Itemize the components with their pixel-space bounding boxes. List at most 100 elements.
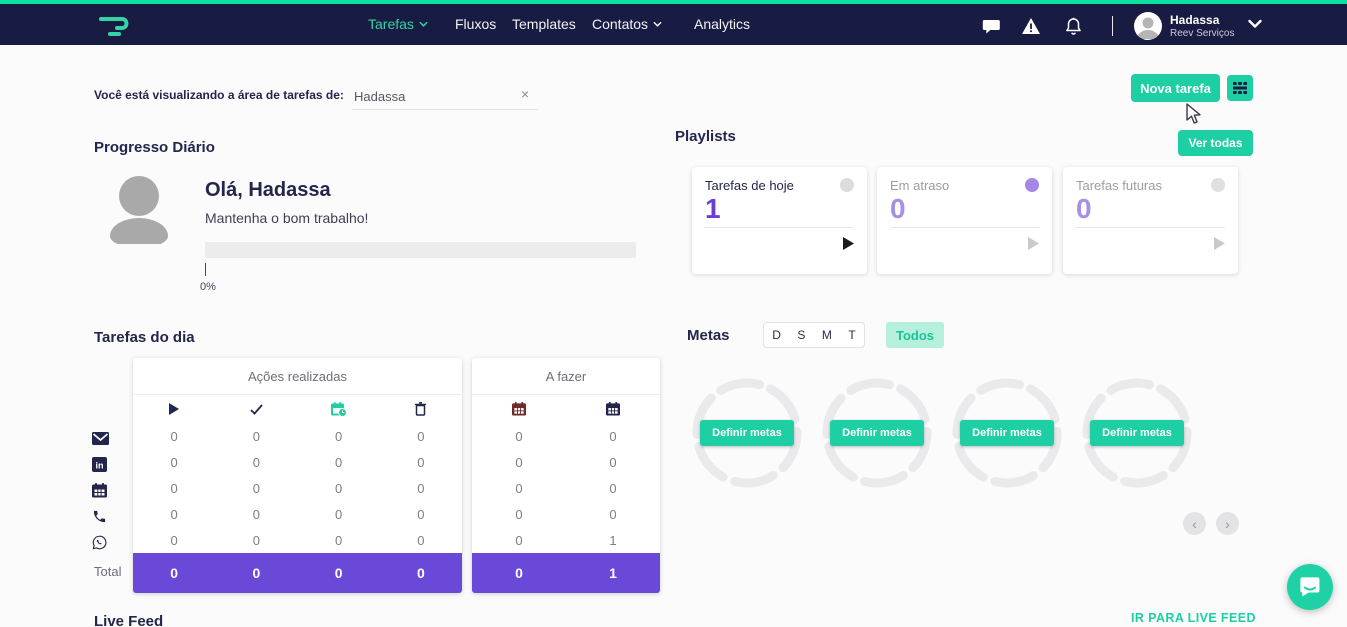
playlist-card-label: Em atraso	[890, 178, 949, 193]
total-cell: 0	[417, 565, 425, 581]
viewing-user-input[interactable]	[352, 84, 538, 110]
cell: 0	[171, 481, 178, 496]
go-to-live-feed-link[interactable]: IR PARA LIVE FEED	[1131, 611, 1256, 625]
define-goals-button[interactable]: Definir metas	[700, 420, 794, 446]
cell: 0	[515, 507, 522, 522]
calendar-clock-icon	[331, 402, 347, 417]
cell: 0	[417, 533, 424, 548]
period-option-m[interactable]: M	[819, 328, 835, 342]
linkedin-icon: in	[92, 451, 109, 477]
play-icon	[169, 403, 179, 415]
nav-tab-templates[interactable]: Templates	[512, 16, 576, 32]
divider	[705, 227, 854, 228]
playlist-count: 0	[890, 194, 1039, 225]
cell: 0	[335, 533, 342, 548]
cell: 0	[253, 429, 260, 444]
nav-tab-analytics[interactable]: Analytics	[694, 16, 750, 32]
define-goals-button[interactable]: Definir metas	[960, 420, 1054, 446]
cell: 0	[609, 429, 616, 444]
trash-icon	[415, 402, 426, 416]
chevron-down-icon	[419, 21, 428, 27]
playlists-title: Playlists	[675, 128, 736, 145]
metas-period-selector: D S M T	[763, 322, 865, 348]
nav-tab-tarefas[interactable]: Tarefas	[368, 16, 428, 32]
period-option-s[interactable]: S	[794, 328, 808, 342]
play-icon[interactable]	[843, 237, 854, 250]
calendar-icon	[606, 402, 620, 416]
cell: 0	[171, 533, 178, 548]
user-avatar[interactable]	[1134, 12, 1162, 40]
chat-icon[interactable]	[980, 15, 1002, 37]
total-cell: 0	[335, 565, 343, 581]
cell: 0	[417, 507, 424, 522]
playlist-status-dot	[1025, 178, 1039, 192]
nav-tab-contatos-label: Contatos	[592, 16, 648, 32]
cell: 0	[335, 455, 342, 470]
progress-percent: 0%	[200, 281, 216, 293]
bell-icon[interactable]	[1062, 15, 1084, 37]
total-cell: 0	[170, 565, 178, 581]
playlist-card-overdue[interactable]: Em atraso 0	[877, 167, 1052, 274]
define-goals-button[interactable]: Definir metas	[1090, 420, 1184, 446]
pagination-next-button[interactable]: ›	[1216, 512, 1239, 535]
define-goals-button[interactable]: Definir metas	[830, 420, 924, 446]
table-row: 0000	[133, 475, 462, 501]
grid-icon	[1233, 82, 1247, 94]
playlist-status-dot	[840, 178, 854, 192]
chevron-down-icon	[653, 21, 662, 27]
nav-tab-templates-label: Templates	[512, 16, 576, 32]
grid-view-button[interactable]	[1227, 75, 1253, 101]
user-name: Hadassa	[1170, 13, 1234, 27]
live-feed-title: Live Feed	[94, 613, 163, 627]
mouse-cursor	[1186, 103, 1202, 125]
new-task-button[interactable]: Nova tarefa	[1131, 74, 1220, 102]
user-menu[interactable]: Hadassa Reev Serviços	[1170, 13, 1234, 39]
cell: 0	[609, 481, 616, 496]
period-option-d[interactable]: D	[769, 328, 784, 342]
user-menu-chevron-icon[interactable]	[1248, 19, 1262, 29]
todo-header: A fazer	[472, 358, 660, 395]
nav-tab-analytics-label: Analytics	[694, 16, 750, 32]
cell: 0	[335, 481, 342, 496]
total-cell: 1	[609, 565, 617, 581]
nav-tab-fluxos[interactable]: Fluxos	[455, 16, 496, 32]
profile-avatar	[108, 174, 170, 244]
period-option-t[interactable]: T	[845, 328, 858, 342]
divider	[890, 227, 1039, 228]
chat-widget-button[interactable]	[1287, 564, 1333, 610]
playlist-card-today[interactable]: Tarefas de hoje 1	[692, 167, 867, 274]
alert-triangle-icon[interactable]	[1020, 15, 1042, 37]
total-cell: 0	[252, 565, 260, 581]
nav-tab-contatos[interactable]: Contatos	[592, 16, 662, 32]
phone-icon	[92, 503, 109, 529]
nav-tab-tarefas-label: Tarefas	[368, 16, 414, 32]
total-row-label: Total	[94, 564, 121, 579]
cell: 0	[335, 429, 342, 444]
table-row: 00	[472, 501, 660, 527]
playlist-card-future[interactable]: Tarefas futuras 0	[1063, 167, 1238, 274]
metas-title: Metas	[687, 327, 730, 344]
play-icon[interactable]	[1214, 237, 1225, 250]
whatsapp-icon	[92, 529, 109, 555]
see-all-playlists-button[interactable]: Ver todas	[1178, 130, 1253, 156]
clear-icon[interactable]: ×	[521, 87, 529, 101]
cell: 1	[609, 533, 616, 548]
cell: 0	[253, 455, 260, 470]
cell: 0	[253, 481, 260, 496]
cell: 0	[515, 429, 522, 444]
reev-logo[interactable]	[98, 14, 132, 38]
cell: 0	[253, 507, 260, 522]
pagination-prev-button[interactable]: ‹	[1183, 512, 1206, 535]
top-navbar: Tarefas Fluxos Templates Contatos Analyt…	[0, 0, 1347, 45]
play-icon[interactable]	[1028, 237, 1039, 250]
email-icon	[92, 425, 109, 451]
chat-bubble-icon	[1298, 575, 1322, 599]
table-row: 0000	[133, 501, 462, 527]
table-row: 0000	[133, 527, 462, 553]
table-row: 00	[472, 423, 660, 449]
cell: 0	[417, 455, 424, 470]
actions-done-total-row: 0 0 0 0	[133, 553, 462, 593]
cell: 0	[417, 429, 424, 444]
cell: 0	[171, 429, 178, 444]
period-option-todos[interactable]: Todos	[886, 322, 944, 348]
